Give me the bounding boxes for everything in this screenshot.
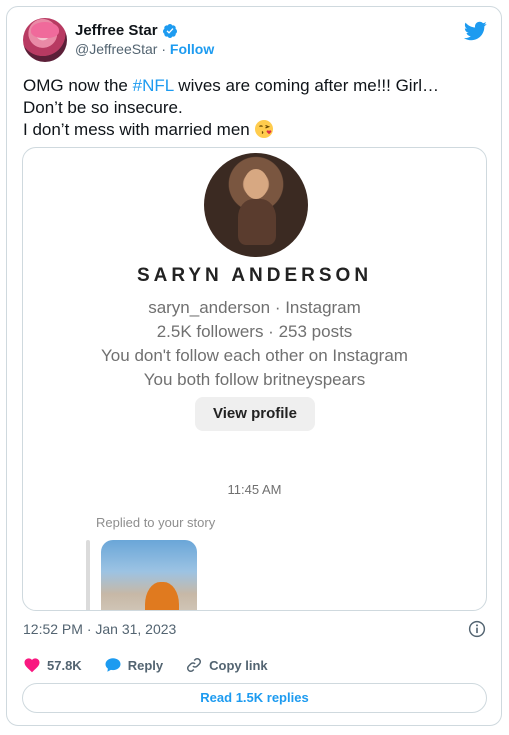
- view-profile-button: View profile: [195, 397, 315, 431]
- story-reply-bar: [86, 540, 90, 610]
- tweet-text: OMG now the #NFL wives are coming after …: [23, 75, 483, 141]
- replied-to-story-label: Replied to your story: [96, 515, 216, 530]
- instagram-stats-line: 2.5K followers · 253 posts: [156, 322, 353, 341]
- follow-button[interactable]: Follow: [170, 41, 214, 57]
- instagram-profile-photo: [204, 153, 308, 257]
- story-thumbnail: [101, 540, 197, 610]
- twitter-bird-icon[interactable]: [463, 19, 487, 43]
- copy-link-button[interactable]: Copy link: [185, 656, 268, 674]
- separator: ·: [157, 41, 170, 57]
- link-icon: [187, 657, 202, 673]
- tweet-text-part: OMG now the: [23, 76, 133, 95]
- author-avatar[interactable]: [23, 18, 67, 62]
- face-blowing-kiss-emoji-icon: [255, 120, 274, 138]
- read-replies-button[interactable]: Read 1.5K replies: [22, 683, 487, 713]
- author-name-row: Jeffree Star: [75, 22, 178, 39]
- tweet-card: Jeffree Star @JeffreeStar · Follow OMG n…: [6, 6, 502, 726]
- instagram-handle-line: saryn_anderson · Instagram: [148, 298, 361, 317]
- instagram-mutual-follow: You both follow britneyspears: [143, 370, 366, 389]
- tweet-text-part: wives are coming after me!!! Girl…: [173, 76, 440, 95]
- verified-badge-icon: [162, 23, 177, 38]
- heart-icon: [24, 658, 40, 673]
- tweet-text-line: I don’t mess with married men: [23, 120, 255, 139]
- author-name[interactable]: Jeffree Star: [75, 22, 158, 39]
- message-time: 11:45 AM: [227, 482, 282, 497]
- tweet-actions: 57.8K Reply Copy link: [23, 656, 290, 674]
- author-handle[interactable]: @JeffreeStar: [75, 41, 157, 57]
- embedded-screenshot[interactable]: SARYN ANDERSON saryn_anderson · Instagra…: [22, 147, 487, 611]
- reply-label: Reply: [127, 657, 164, 673]
- reply-bubble-icon: [105, 658, 121, 672]
- hashtag-link[interactable]: #NFL: [133, 76, 174, 95]
- copy-link-label: Copy link: [209, 657, 268, 673]
- tweet-timestamp[interactable]: 12:52 PM · Jan 31, 2023: [23, 621, 176, 637]
- tweet-text-line: Don’t be so insecure.: [23, 98, 183, 117]
- like-count: 57.8K: [47, 657, 82, 673]
- like-button[interactable]: 57.8K: [23, 656, 82, 674]
- author-handle-row: @JeffreeStar · Follow: [75, 41, 214, 57]
- instagram-follow-status: You don't follow each other on Instagram: [101, 346, 408, 365]
- instagram-display-name: SARYN ANDERSON: [136, 265, 373, 286]
- info-icon[interactable]: [468, 620, 486, 638]
- reply-button[interactable]: Reply: [104, 656, 163, 674]
